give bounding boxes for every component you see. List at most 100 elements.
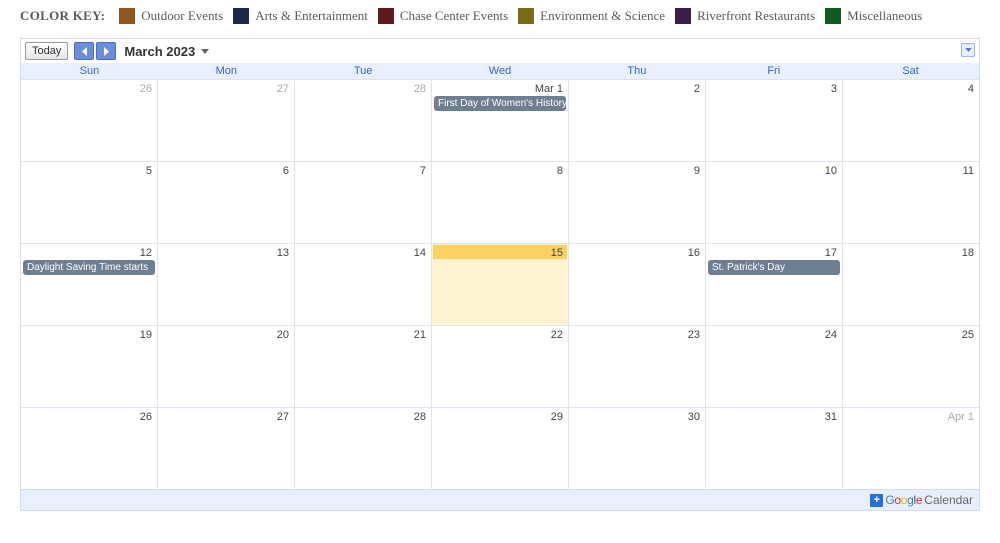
day-cell[interactable]: 18 bbox=[842, 244, 979, 325]
day-cell[interactable]: 14 bbox=[294, 244, 431, 325]
key-text: Chase Center Events bbox=[400, 8, 508, 24]
day-cell[interactable]: 28 bbox=[294, 80, 431, 161]
day-cell[interactable]: 2 bbox=[568, 80, 705, 161]
date-number: 14 bbox=[296, 245, 430, 259]
date-number: 27 bbox=[159, 81, 293, 95]
day-cell[interactable]: Apr 1 bbox=[842, 408, 979, 489]
swatch-icon bbox=[518, 8, 534, 24]
day-cell[interactable]: 26 bbox=[21, 80, 157, 161]
month-label-text: March 2023 bbox=[124, 44, 195, 59]
date-number: 29 bbox=[433, 409, 567, 423]
key-text: Environment & Science bbox=[540, 8, 665, 24]
day-header: Sun bbox=[21, 63, 158, 79]
month-picker[interactable]: March 2023 bbox=[124, 44, 209, 59]
day-cell[interactable]: 24 bbox=[705, 326, 842, 407]
swatch-icon bbox=[825, 8, 841, 24]
chevron-left-icon bbox=[81, 47, 88, 56]
day-cell[interactable]: 13 bbox=[157, 244, 294, 325]
day-cell[interactable]: 31 bbox=[705, 408, 842, 489]
today-button[interactable]: Today bbox=[25, 42, 68, 60]
date-number: 4 bbox=[844, 81, 978, 95]
week-row: 19202122232425 bbox=[21, 325, 979, 407]
day-cell[interactable]: 17St. Patrick's Day bbox=[705, 244, 842, 325]
color-key-item: Chase Center Events bbox=[378, 8, 508, 24]
date-number: 10 bbox=[707, 163, 841, 177]
date-number: 20 bbox=[159, 327, 293, 341]
day-cell[interactable]: 28 bbox=[294, 408, 431, 489]
day-cell[interactable]: 5 bbox=[21, 162, 157, 243]
day-cell[interactable]: 9 bbox=[568, 162, 705, 243]
color-key-item: Arts & Entertainment bbox=[233, 8, 368, 24]
date-number: 28 bbox=[296, 81, 430, 95]
day-cell[interactable]: 23 bbox=[568, 326, 705, 407]
color-key-item: Riverfront Restaurants bbox=[675, 8, 815, 24]
week-row: 262728293031Apr 1 bbox=[21, 407, 979, 489]
google-calendar-link[interactable]: + GoogleCalendar bbox=[870, 493, 973, 507]
day-cell[interactable]: 25 bbox=[842, 326, 979, 407]
day-cell[interactable]: 8 bbox=[431, 162, 568, 243]
calendar-event[interactable]: First Day of Women's History Month bbox=[434, 96, 566, 111]
date-number: 30 bbox=[570, 409, 704, 423]
chevron-down-icon bbox=[965, 48, 972, 52]
day-cell[interactable]: 16 bbox=[568, 244, 705, 325]
day-cell[interactable]: 30 bbox=[568, 408, 705, 489]
day-cell[interactable]: 15 bbox=[431, 244, 568, 325]
day-cell[interactable]: 4 bbox=[842, 80, 979, 161]
day-header: Fri bbox=[705, 63, 842, 79]
plus-icon: + bbox=[870, 494, 883, 507]
key-text: Miscellaneous bbox=[847, 8, 922, 24]
day-cell[interactable]: 21 bbox=[294, 326, 431, 407]
date-number: 28 bbox=[296, 409, 430, 423]
calendar-toolbar: Today March 2023 bbox=[21, 39, 979, 63]
week-row: 567891011 bbox=[21, 161, 979, 243]
day-cell[interactable]: 22 bbox=[431, 326, 568, 407]
day-header: Wed bbox=[432, 63, 569, 79]
color-key-bar: COLOR KEY: Outdoor Events Arts & Enterta… bbox=[0, 0, 1000, 38]
week-row: 262728Mar 1First Day of Women's History … bbox=[21, 79, 979, 161]
chevron-right-icon bbox=[103, 47, 110, 56]
day-header: Thu bbox=[568, 63, 705, 79]
day-cell[interactable]: 26 bbox=[21, 408, 157, 489]
day-cell[interactable]: 29 bbox=[431, 408, 568, 489]
color-key-item: Outdoor Events bbox=[119, 8, 223, 24]
day-cell[interactable]: 10 bbox=[705, 162, 842, 243]
day-header: Sat bbox=[842, 63, 979, 79]
prev-month-button[interactable] bbox=[74, 42, 94, 60]
date-number: 18 bbox=[844, 245, 978, 259]
date-number: 19 bbox=[22, 327, 156, 341]
date-number: 2 bbox=[570, 81, 704, 95]
next-month-button[interactable] bbox=[96, 42, 116, 60]
date-number: Apr 1 bbox=[844, 409, 978, 423]
day-cell[interactable]: 6 bbox=[157, 162, 294, 243]
date-number: 27 bbox=[159, 409, 293, 423]
day-cell[interactable]: 3 bbox=[705, 80, 842, 161]
calendar-menu-button[interactable] bbox=[961, 43, 975, 57]
date-number: 16 bbox=[570, 245, 704, 259]
date-number: 3 bbox=[707, 81, 841, 95]
calendar-event[interactable]: Daylight Saving Time starts bbox=[23, 260, 155, 275]
day-cell[interactable]: 20 bbox=[157, 326, 294, 407]
date-number: 24 bbox=[707, 327, 841, 341]
day-cell[interactable]: 27 bbox=[157, 408, 294, 489]
calendar-grid: 262728Mar 1First Day of Women's History … bbox=[21, 79, 979, 489]
calendar-container: Today March 2023 Sun Mon Tue Wed Thu Fri… bbox=[20, 38, 980, 511]
day-header: Tue bbox=[295, 63, 432, 79]
date-number: 5 bbox=[22, 163, 156, 177]
color-key-item: Miscellaneous bbox=[825, 8, 922, 24]
day-cell[interactable]: 27 bbox=[157, 80, 294, 161]
date-number: 13 bbox=[159, 245, 293, 259]
day-cell[interactable]: 11 bbox=[842, 162, 979, 243]
date-number: Mar 1 bbox=[433, 81, 567, 95]
date-number: 9 bbox=[570, 163, 704, 177]
day-cell[interactable]: Mar 1First Day of Women's History Month bbox=[431, 80, 568, 161]
week-row: 12Daylight Saving Time starts1314151617S… bbox=[21, 243, 979, 325]
calendar-event[interactable]: St. Patrick's Day bbox=[708, 260, 840, 275]
swatch-icon bbox=[119, 8, 135, 24]
day-cell[interactable]: 19 bbox=[21, 326, 157, 407]
date-number: 17 bbox=[707, 245, 841, 259]
date-number: 8 bbox=[433, 163, 567, 177]
date-number: 11 bbox=[844, 163, 978, 177]
day-cell[interactable]: 7 bbox=[294, 162, 431, 243]
day-cell[interactable]: 12Daylight Saving Time starts bbox=[21, 244, 157, 325]
date-number: 21 bbox=[296, 327, 430, 341]
